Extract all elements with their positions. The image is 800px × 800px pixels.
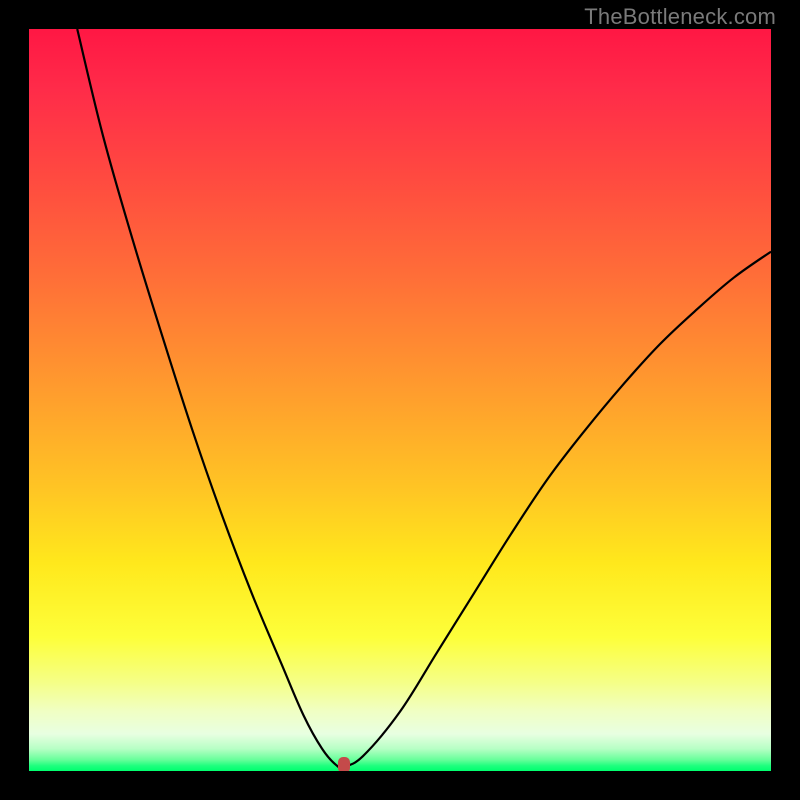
plot-area — [29, 29, 771, 771]
watermark-text: TheBottleneck.com — [584, 4, 776, 30]
curve-svg — [29, 29, 771, 771]
bottleneck-curve — [77, 29, 771, 768]
optimal-point-marker — [338, 757, 350, 771]
chart-frame: TheBottleneck.com — [0, 0, 800, 800]
